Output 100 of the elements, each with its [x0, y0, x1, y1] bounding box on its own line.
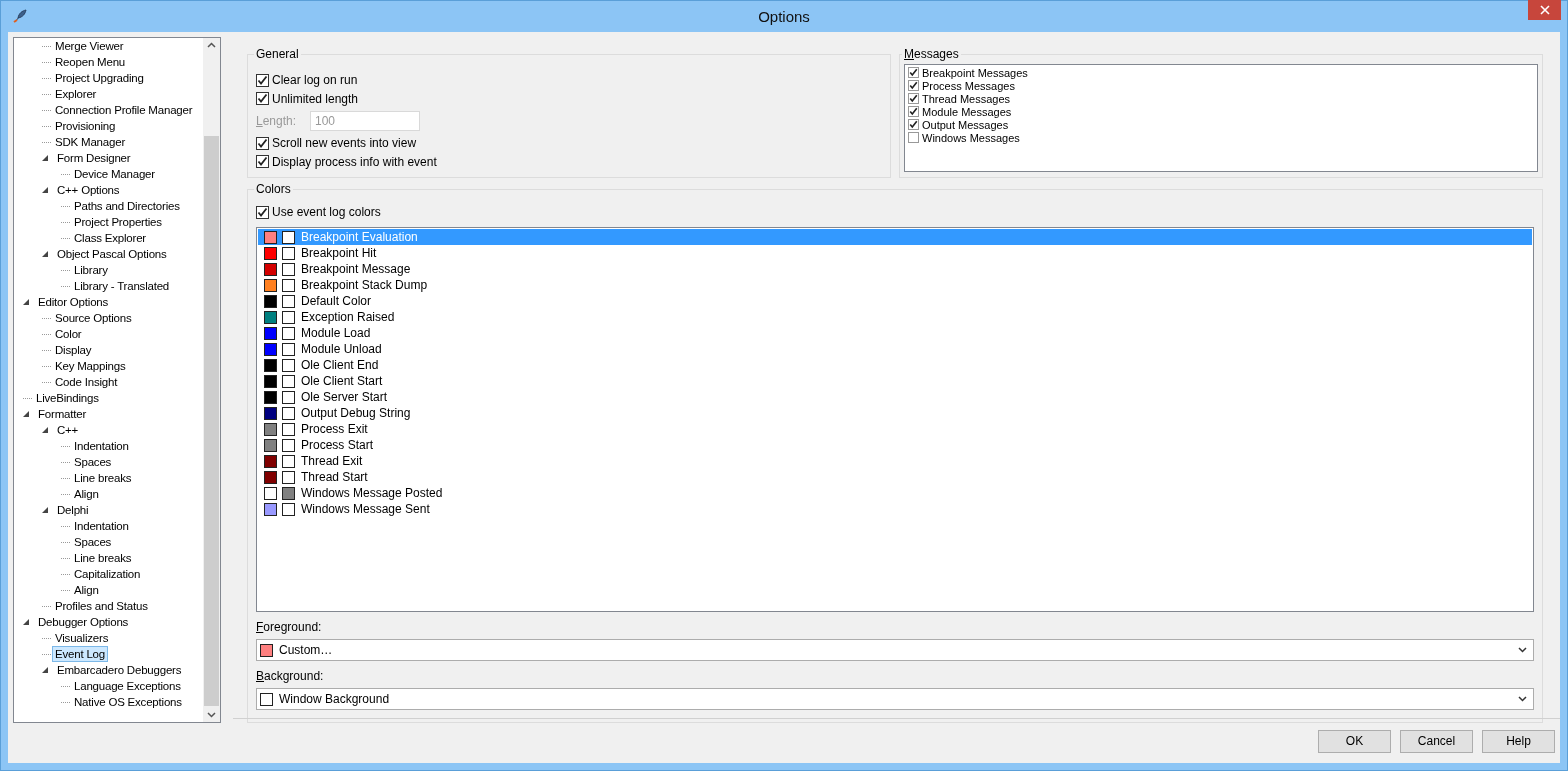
event-list-item[interactable]: Process Exit	[258, 421, 1532, 437]
expanded-arrow-icon[interactable]	[42, 426, 49, 434]
checkbox[interactable]	[256, 73, 269, 87]
tree-item[interactable]: Profiles and Status	[52, 598, 151, 614]
tree-item[interactable]: Explorer	[52, 86, 100, 102]
checkbox-label: Clear log on run	[272, 73, 358, 88]
dialog-button[interactable]: OK	[1318, 729, 1391, 753]
tree-item[interactable]: SDK Manager	[52, 134, 129, 150]
message-label: Process Messages	[922, 79, 1015, 92]
tree-item[interactable]: Reopen Menu	[52, 54, 129, 70]
checkbox[interactable]	[908, 67, 919, 78]
tree-item[interactable]: Event Log	[52, 646, 108, 662]
tree-item[interactable]: Connection Profile Manager	[52, 102, 196, 118]
checkbox[interactable]	[256, 136, 269, 150]
tree-item[interactable]: Delphi	[54, 502, 92, 518]
event-list-item[interactable]: Thread Exit	[258, 453, 1532, 469]
checkbox[interactable]	[256, 155, 269, 169]
event-list-item[interactable]: Output Debug String	[258, 405, 1532, 421]
tree-item[interactable]: Display	[52, 342, 95, 358]
tree-item[interactable]: Embarcadero Debuggers	[54, 662, 185, 678]
tree-item[interactable]: Native OS Exceptions	[71, 694, 185, 710]
expanded-arrow-icon[interactable]	[23, 618, 30, 626]
dialog-button[interactable]: Help	[1482, 729, 1555, 753]
event-list-item[interactable]: Exception Raised	[258, 309, 1532, 325]
message-label: Module Messages	[922, 105, 1012, 118]
expanded-arrow-icon[interactable]	[42, 154, 49, 162]
tree-item[interactable]: Visualizers	[52, 630, 112, 646]
tree-item[interactable]: Library - Translated	[71, 278, 173, 294]
tree-item[interactable]: Align	[71, 582, 102, 598]
tree-item[interactable]: Indentation	[71, 518, 132, 534]
tree-item[interactable]: Align	[71, 486, 102, 502]
tree-item[interactable]: Object Pascal Options	[54, 246, 170, 262]
group-title: General	[255, 47, 300, 61]
event-list-item[interactable]: Ole Server Start	[258, 389, 1532, 405]
checkbox-label: Scroll new events into view	[272, 136, 417, 151]
scrollbar[interactable]	[203, 38, 220, 722]
caret-icon	[1518, 696, 1527, 702]
tree-item[interactable]: Line breaks	[71, 470, 135, 486]
tree-item[interactable]: Project Upgrading	[52, 70, 147, 86]
event-list-item[interactable]: Thread Start	[258, 469, 1532, 485]
event-list-item[interactable]: Breakpoint Message	[258, 261, 1532, 277]
tree-item[interactable]: Device Manager	[71, 166, 158, 182]
checkbox[interactable]	[908, 93, 919, 104]
tree-item[interactable]: Line breaks	[71, 550, 135, 566]
tree-item[interactable]: Color	[52, 326, 85, 342]
event-list-item[interactable]: Breakpoint Hit	[258, 245, 1532, 261]
event-list-item[interactable]: Breakpoint Stack Dump	[258, 277, 1532, 293]
tree-item[interactable]: C++	[54, 422, 82, 438]
tree-item[interactable]: Class Explorer	[71, 230, 149, 246]
tree-item[interactable]: Provisioning	[52, 118, 119, 134]
checkbox[interactable]	[908, 119, 919, 130]
window-title: Options	[758, 8, 810, 25]
checkbox[interactable]	[908, 132, 919, 143]
event-list-item[interactable]: Module Load	[258, 325, 1532, 341]
tree-item[interactable]: LiveBindings	[33, 390, 102, 406]
scroll-down-icon[interactable]	[207, 712, 216, 718]
checkbox[interactable]	[908, 106, 919, 117]
tree-item[interactable]: Editor Options	[35, 294, 112, 310]
tree-item[interactable]: Indentation	[71, 438, 132, 454]
caret-icon	[1518, 647, 1527, 653]
foreground-dropdown[interactable]: Custom…	[256, 639, 1534, 661]
expanded-arrow-icon[interactable]	[42, 186, 49, 194]
checkbox-label: Use event log colors	[272, 205, 381, 219]
checkbox[interactable]	[908, 80, 919, 91]
event-list-item[interactable]: Process Start	[258, 437, 1532, 453]
tree-item[interactable]: Library	[71, 262, 111, 278]
event-list-item[interactable]: Windows Message Posted	[258, 485, 1532, 501]
tree-item[interactable]: Key Mappings	[52, 358, 129, 374]
dialog-button[interactable]: Cancel	[1400, 729, 1473, 753]
checkbox[interactable]	[256, 205, 269, 219]
tree-item[interactable]: Code Insight	[52, 374, 121, 390]
expanded-arrow-icon[interactable]	[23, 298, 30, 306]
event-list-item[interactable]: Default Color	[258, 293, 1532, 309]
tree-item[interactable]: Spaces	[71, 534, 115, 550]
event-list-item[interactable]: Ole Client Start	[258, 373, 1532, 389]
tree-item[interactable]: Formatter	[35, 406, 90, 422]
event-list-item[interactable]: Module Unload	[258, 341, 1532, 357]
dropdown-label: Foreground:	[256, 620, 323, 634]
tree-item[interactable]: Form Designer	[54, 150, 134, 166]
message-label: Breakpoint Messages	[922, 66, 1028, 79]
expanded-arrow-icon[interactable]	[42, 506, 49, 514]
tree-item[interactable]: Merge Viewer	[52, 38, 127, 54]
expanded-arrow-icon[interactable]	[42, 666, 49, 674]
expanded-arrow-icon[interactable]	[23, 410, 30, 418]
background-dropdown[interactable]: Window Background	[256, 688, 1534, 710]
tree-item[interactable]: Debugger Options	[35, 614, 132, 630]
dropdown-label: Background:	[256, 669, 325, 683]
tree-item[interactable]: Spaces	[71, 454, 115, 470]
event-list-item[interactable]: Windows Message Sent	[258, 501, 1532, 517]
tree-item[interactable]: Language Exceptions	[71, 678, 184, 694]
checkbox[interactable]	[256, 92, 269, 106]
tree-item[interactable]: Project Properties	[71, 214, 165, 230]
tree-item[interactable]: C++ Options	[54, 182, 123, 198]
event-list-item[interactable]: Ole Client End	[258, 357, 1532, 373]
tree-item[interactable]: Paths and Directories	[71, 198, 183, 214]
expanded-arrow-icon[interactable]	[42, 250, 49, 258]
close-button[interactable]	[1528, 0, 1561, 20]
scroll-up-icon[interactable]	[207, 42, 216, 48]
tree-item[interactable]: Source Options	[52, 310, 135, 326]
tree-item[interactable]: Capitalization	[71, 566, 144, 582]
